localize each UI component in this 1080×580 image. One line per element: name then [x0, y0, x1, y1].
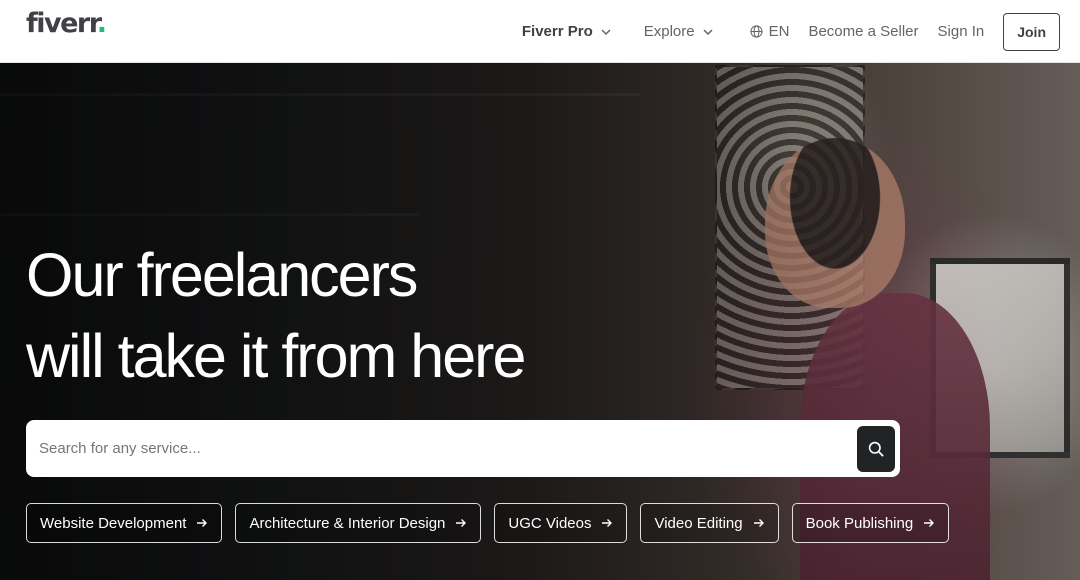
- chip-label: Architecture & Interior Design: [249, 514, 446, 532]
- chip-label: Website Development: [40, 514, 187, 532]
- chip-book-publishing[interactable]: Book Publishing: [791, 503, 950, 543]
- fiverr-logo[interactable]: fiverr.: [26, 8, 107, 39]
- headline-line-1: Our freelancers: [26, 241, 418, 309]
- chip-video-editing[interactable]: Video Editing: [640, 503, 779, 543]
- nav-become-seller-label: Become a Seller: [808, 23, 919, 40]
- chevron-down-icon: [703, 28, 713, 35]
- join-button[interactable]: Join: [1003, 12, 1060, 51]
- arrow-right-icon: [924, 519, 935, 527]
- chip-label: UGC Videos: [508, 514, 592, 532]
- nav-language-label: EN: [768, 23, 790, 40]
- chip-architecture-interior-design[interactable]: Architecture & Interior Design: [235, 503, 482, 543]
- logo-dot: .: [96, 8, 107, 39]
- chip-ugc-videos[interactable]: UGC Videos: [494, 503, 628, 543]
- search-input[interactable]: [26, 420, 857, 477]
- hero-section: Our freelancers will take it from here W…: [0, 63, 1080, 580]
- search-bar: [26, 420, 900, 477]
- nav-fiverr-pro-label: Fiverr Pro: [521, 23, 593, 40]
- search-button[interactable]: [857, 425, 895, 472]
- nav-fiverr-pro[interactable]: Fiverr Pro: [522, 23, 612, 40]
- nav-explore[interactable]: Explore: [644, 23, 714, 40]
- chevron-down-icon: [601, 28, 611, 35]
- nav-sign-in-label: Sign In: [937, 23, 985, 40]
- nav-sign-in[interactable]: Sign In: [938, 23, 985, 40]
- arrow-right-icon: [753, 519, 764, 527]
- nav-become-seller[interactable]: Become a Seller: [808, 23, 918, 40]
- arrow-right-icon: [197, 519, 208, 527]
- search-icon: [868, 441, 884, 457]
- chip-website-development[interactable]: Website Development: [26, 503, 223, 543]
- logo-text: fiverr: [26, 8, 98, 39]
- globe-icon: [750, 25, 763, 38]
- chip-label: Video Editing: [654, 514, 743, 532]
- nav-language[interactable]: EN: [750, 23, 790, 40]
- headline-line-2: will take it from here: [26, 322, 526, 390]
- chip-label: Book Publishing: [805, 514, 914, 532]
- main-nav: Fiverr Pro Explore EN Become a Seller Si…: [522, 0, 1060, 63]
- nav-explore-label: Explore: [643, 23, 695, 40]
- arrow-right-icon: [602, 519, 613, 527]
- hero-headline: Our freelancers will take it from here: [26, 235, 526, 397]
- top-header: fiverr. Fiverr Pro Explore EN Become a S…: [0, 0, 1080, 63]
- arrow-right-icon: [456, 519, 467, 527]
- popular-services: Website Development Architecture & Inter…: [26, 503, 962, 543]
